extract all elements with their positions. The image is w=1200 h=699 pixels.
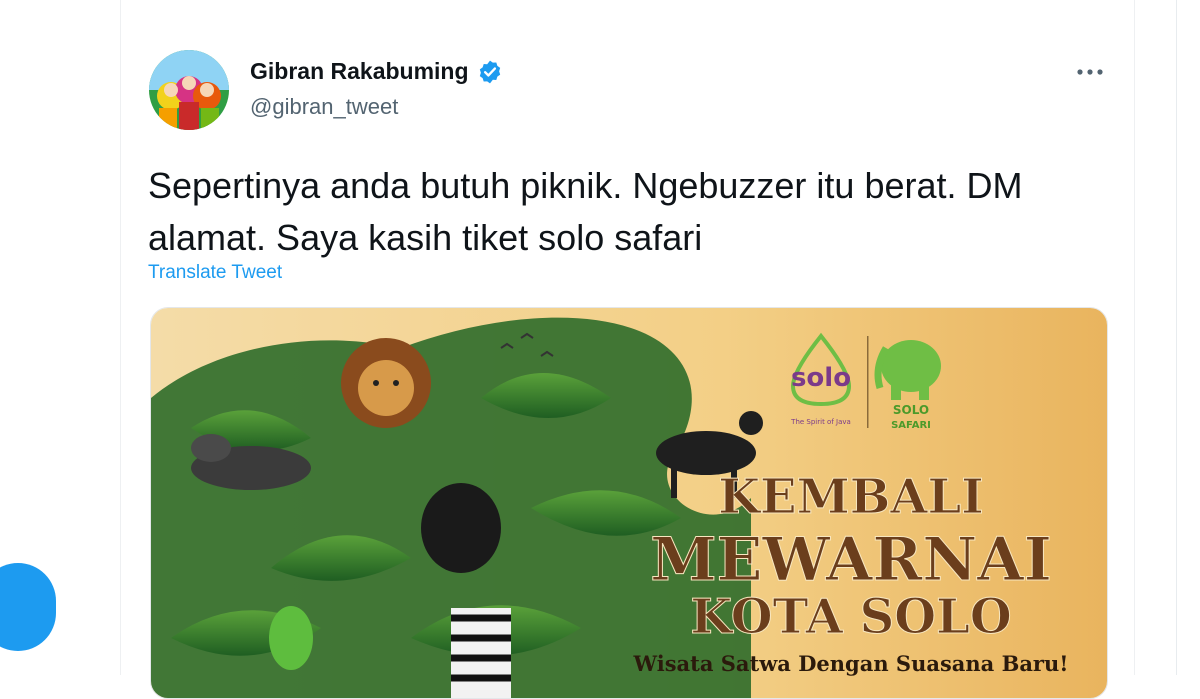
solo-safari-banner: solo The Spirit of Java SOLO SAFARI KEMB… (151, 308, 1107, 698)
headline-line2: MEWARNAI (650, 525, 1052, 595)
timeline-right-border (1134, 0, 1135, 675)
zebra-illustration (451, 608, 511, 698)
parrot-illustration (269, 606, 313, 670)
tweet-media-image[interactable]: solo The Spirit of Java SOLO SAFARI KEMB… (150, 307, 1108, 699)
author-handle[interactable]: @gibran_tweet (250, 94, 398, 120)
subheadline: Wisata Satwa Dengan Suasana Baru! (633, 651, 1069, 676)
author-name[interactable]: Gibran Rakabuming (250, 58, 469, 85)
timeline-left-border (120, 0, 121, 675)
binturong-illustration (421, 483, 501, 573)
safari-logo-line1: SOLO (893, 403, 929, 417)
compose-tweet-button[interactable] (0, 563, 56, 651)
headline-line1: KEMBALI (718, 469, 983, 525)
avatar[interactable] (149, 50, 229, 130)
verified-badge-icon (477, 59, 503, 85)
right-sidebar-edge (1176, 0, 1200, 675)
solo-logo-tagline: The Spirit of Java (790, 418, 851, 426)
lion-illustration (341, 338, 431, 428)
avatar-image (149, 50, 229, 130)
solo-logo-text: solo (791, 363, 851, 393)
author-name-row[interactable]: Gibran Rakabuming (250, 58, 503, 85)
more-horizontal-icon (1077, 69, 1103, 75)
logo-divider (867, 336, 869, 428)
translate-tweet-link[interactable]: Translate Tweet (148, 262, 282, 284)
safari-logo-line2: SAFARI (891, 420, 931, 431)
more-options-button[interactable] (1066, 55, 1114, 89)
tweet-text: Sepertinya anda butuh piknik. Ngebuzzer … (148, 165, 1023, 258)
headline-line3: KOTA SOLO (690, 589, 1011, 645)
